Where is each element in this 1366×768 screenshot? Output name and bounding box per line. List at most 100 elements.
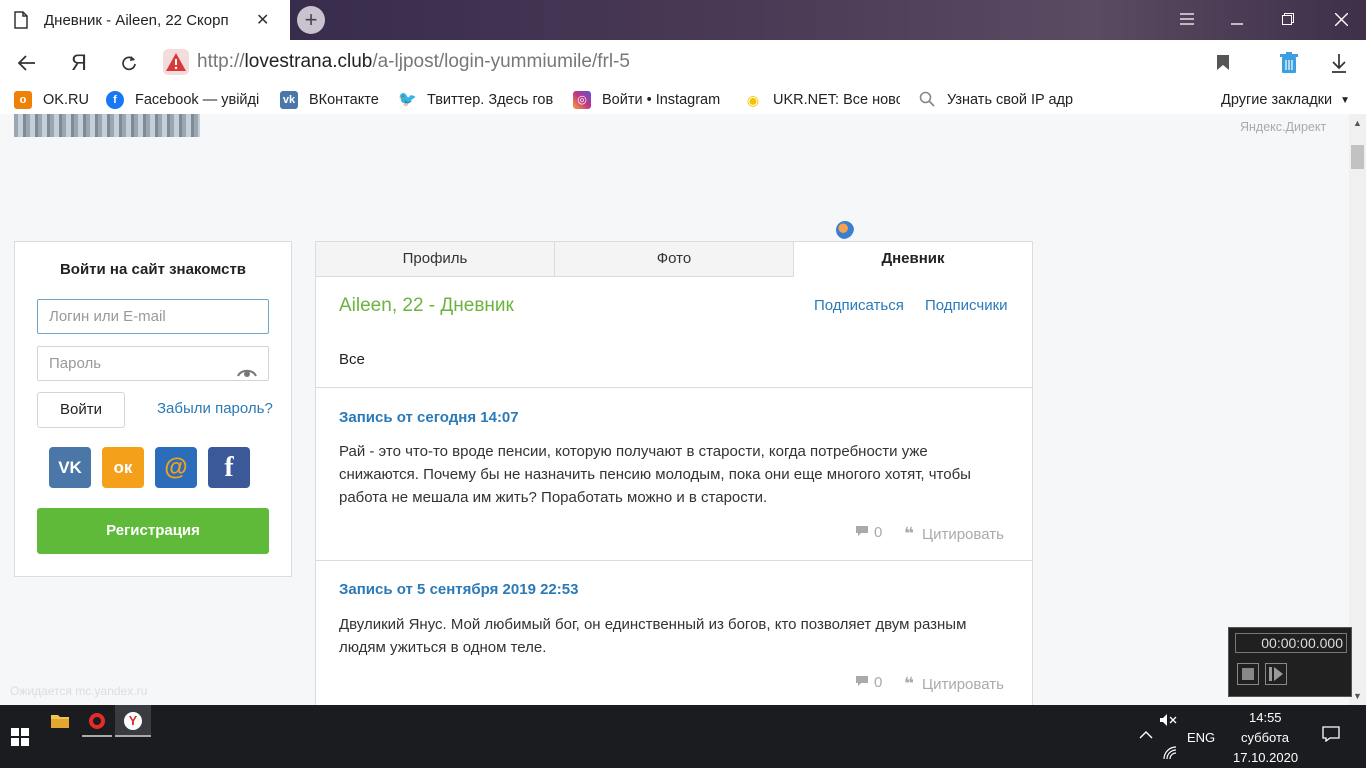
bookmark-item[interactable]: Узнать свой IP адр [918,90,1076,110]
tab-close-icon[interactable]: ✕ [256,10,269,30]
vk-login-icon[interactable]: VK [49,447,91,488]
comment-icon [855,524,869,541]
insecure-warning-icon[interactable] [163,49,189,75]
bookmark-item[interactable]: ◉ UKR.NET: Все новс [744,90,900,110]
chevron-down-icon: ▼ [1340,94,1351,106]
banner-image [14,114,200,137]
filter-all[interactable]: Все [339,351,365,368]
notifications-icon[interactable] [1320,726,1342,748]
tab-photo[interactable]: Фото [555,242,794,277]
url-field[interactable]: http://lovestrana.club/a-ljpost/login-yu… [197,51,630,73]
login-button[interactable]: Войти [37,392,125,428]
bookmark-item[interactable]: 🐦 Твиттер. Здесь гов [398,90,554,110]
divider [316,387,1032,388]
stop-icon[interactable] [1237,663,1259,685]
url-prefix: http:// [197,51,245,72]
login-heading: Войти на сайт знакомств [59,261,247,278]
instagram-icon: ◎ [573,91,591,109]
entry-text: Рай - это что-то вроде пенсии, которую п… [339,443,971,506]
quote-button[interactable]: ❝ Цитировать [904,524,1004,544]
play-pause-icon[interactable] [1265,663,1287,685]
other-bookmarks[interactable]: Другие закладки ▼ [1221,90,1353,110]
bookmark-item[interactable]: vk ВКонтакте [280,90,382,110]
minimize-button[interactable] [1212,0,1262,40]
register-button[interactable]: Регистрация [37,508,269,554]
bookmark-item[interactable]: o OK.RU [14,90,94,110]
ok-icon: o [14,91,32,109]
address-bar: Я http://lovestrana.club/a-ljpost/login-… [0,40,1366,86]
language-indicator[interactable]: ENG [1187,730,1215,745]
bookmark-item[interactable]: ◎ Войти • Instagram [573,90,728,110]
search-icon [918,91,936,109]
tab-title: Дневник - Aileen, 22 Скорп [44,11,229,29]
profile-tabs: Профиль Фото Дневник [316,242,1032,277]
bookmarks-bar: o OK.RU f Facebook — увійді vk ВКонтакте 🐦 Т… [0,86,1366,114]
comments-count[interactable]: 0 [855,524,882,541]
status-text: Ожидается mc.yandex.ru [10,684,148,698]
diary-title: Aileen, 22 - Дневник [339,295,514,316]
mail-login-icon[interactable]: @ [155,447,197,488]
clock-date: 17.10.2020 [1233,750,1299,765]
show-password-icon[interactable] [237,357,257,377]
volume-muted-icon[interactable] [1158,710,1178,730]
network-icon[interactable] [1160,743,1180,763]
downloads-icon[interactable] [1325,50,1353,76]
page-scrollbar[interactable]: ▲ ▼ [1349,114,1366,705]
tab-diary[interactable]: Дневник [794,242,1032,277]
entry-title[interactable]: Запись от 5 сентября 2019 22:53 [339,581,578,598]
comments-count[interactable]: 0 [855,674,882,691]
tabs-menu-icon[interactable] [1162,0,1212,40]
url-path: /a-ljpost/login-yummiumile/frl-5 [372,51,630,72]
restore-button[interactable] [1263,0,1313,40]
yandex-direct-label[interactable]: Яндекс.Директ [1240,120,1326,134]
scroll-down-icon[interactable]: ▼ [1353,691,1362,701]
vk-icon: vk [280,91,298,109]
quote-icon: ❝ [904,674,914,693]
trash-icon[interactable] [1275,50,1303,76]
scroll-up-icon[interactable]: ▲ [1353,118,1362,128]
ok-login-icon[interactable]: ок [102,447,144,488]
windows-start-icon[interactable] [0,705,40,768]
login-input[interactable]: Логин или E-mail [37,299,269,334]
forgot-password-link[interactable]: Забыли пароль? [157,400,273,417]
entry-title[interactable]: Запись от сегодня 14:07 [339,409,519,426]
quote-button[interactable]: ❝ Цитировать [904,674,1004,694]
login-panel: Войти на сайт знакомств Логин или E-mail… [14,241,292,577]
yandex-browser-icon[interactable]: Y [115,705,151,737]
new-tab-button[interactable]: + [297,6,325,34]
yandex-button[interactable]: Я [65,50,93,76]
bookmark-item[interactable]: f Facebook — увійді [106,90,260,110]
ukrnet-icon: ◉ [744,91,762,109]
facebook-icon: f [106,91,124,109]
recorder-time: 00:00:00.000 [1235,633,1347,653]
reload-button[interactable] [115,50,143,76]
twitter-icon: 🐦 [398,91,417,109]
browser-tab[interactable]: Дневник - Aileen, 22 Скорп ✕ [0,0,290,40]
subscribers-link[interactable]: Подписчики [925,297,1008,314]
back-button[interactable] [13,50,41,76]
profile-card: Профиль Фото Дневник Aileen, 22 - Дневни… [315,241,1033,705]
password-placeholder: Пароль [49,355,102,372]
chevron-up-icon[interactable] [1136,725,1156,745]
scroll-thumb[interactable] [1351,145,1364,169]
clock-time[interactable]: 14:55 [1249,710,1282,725]
bookmark-icon[interactable] [1209,50,1237,76]
url-host: lovestrana.club [244,51,373,72]
widget-icon[interactable] [836,221,854,239]
divider [316,560,1032,561]
opera-icon[interactable] [82,705,112,737]
facebook-login-icon[interactable]: f [208,447,250,488]
file-explorer-icon[interactable] [47,705,73,768]
quote-icon: ❝ [904,524,914,543]
tab-profile[interactable]: Профиль [316,242,555,277]
recorder-widget: 00:00:00.000 [1228,627,1352,697]
entry-text: Двуликий Янус. Мой любимый бог, он единс… [339,616,967,656]
close-window-button[interactable] [1316,0,1366,40]
browser-titlebar: Дневник - Aileen, 22 Скорп ✕ + [0,0,1366,40]
page-viewport: Яндекс.Директ Войти на сайт знакомств Ло… [0,114,1349,705]
subscribe-link[interactable]: Подписаться [814,297,904,314]
password-input[interactable]: Пароль [37,346,269,381]
comment-icon [855,674,869,691]
document-icon [14,11,30,29]
taskbar: Y ENG 14:55 суббота 17.10.2020 [0,705,1366,768]
